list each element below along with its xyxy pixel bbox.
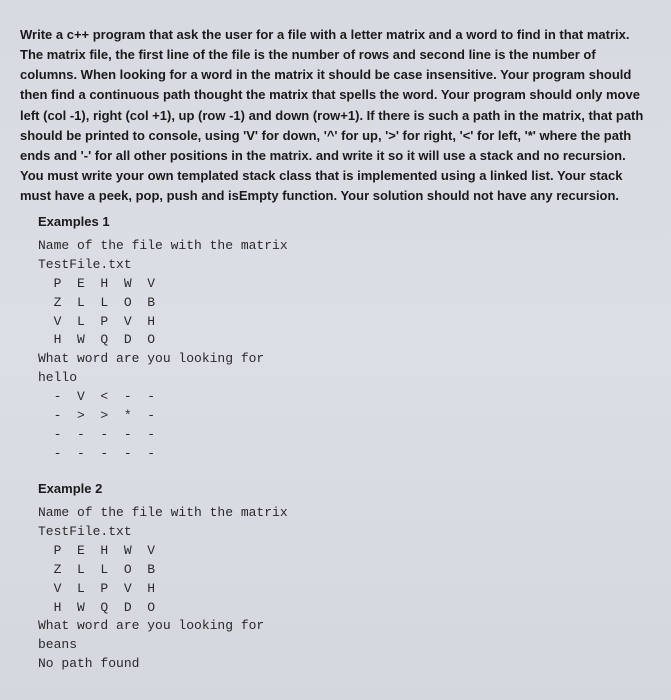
output-1-row-2: - - - - - bbox=[38, 427, 155, 442]
word-2: beans bbox=[38, 637, 77, 652]
prompt-file-1: Name of the file with the matrix bbox=[38, 238, 288, 253]
output-1-row-1: - > > * - bbox=[38, 408, 155, 423]
example-1-label: Examples 1 bbox=[38, 214, 651, 229]
prompt-word-1: What word are you looking for bbox=[38, 351, 264, 366]
output-1-row-3: - - - - - bbox=[38, 446, 155, 461]
word-1: hello bbox=[38, 370, 77, 385]
matrix-1-row-3: H W Q D O bbox=[38, 332, 155, 347]
output-1-row-0: - V < - - bbox=[38, 389, 155, 404]
instructions-text: Write a c++ program that ask the user fo… bbox=[20, 25, 651, 206]
filename-2: TestFile.txt bbox=[38, 524, 132, 539]
output-2-row-0: No path found bbox=[38, 656, 139, 671]
example-2-block: Name of the file with the matrix TestFil… bbox=[38, 504, 651, 674]
filename-1: TestFile.txt bbox=[38, 257, 132, 272]
example-2-label: Example 2 bbox=[38, 481, 651, 496]
prompt-word-2: What word are you looking for bbox=[38, 618, 264, 633]
matrix-2-row-2: V L P V H bbox=[38, 581, 155, 596]
matrix-1-row-0: P E H W V bbox=[38, 276, 155, 291]
matrix-2-row-3: H W Q D O bbox=[38, 600, 155, 615]
matrix-2-row-0: P E H W V bbox=[38, 543, 155, 558]
matrix-1-row-1: Z L L O B bbox=[38, 295, 155, 310]
prompt-file-2: Name of the file with the matrix bbox=[38, 505, 288, 520]
matrix-1-row-2: V L P V H bbox=[38, 314, 155, 329]
example-1-block: Name of the file with the matrix TestFil… bbox=[38, 237, 651, 463]
matrix-2-row-1: Z L L O B bbox=[38, 562, 155, 577]
